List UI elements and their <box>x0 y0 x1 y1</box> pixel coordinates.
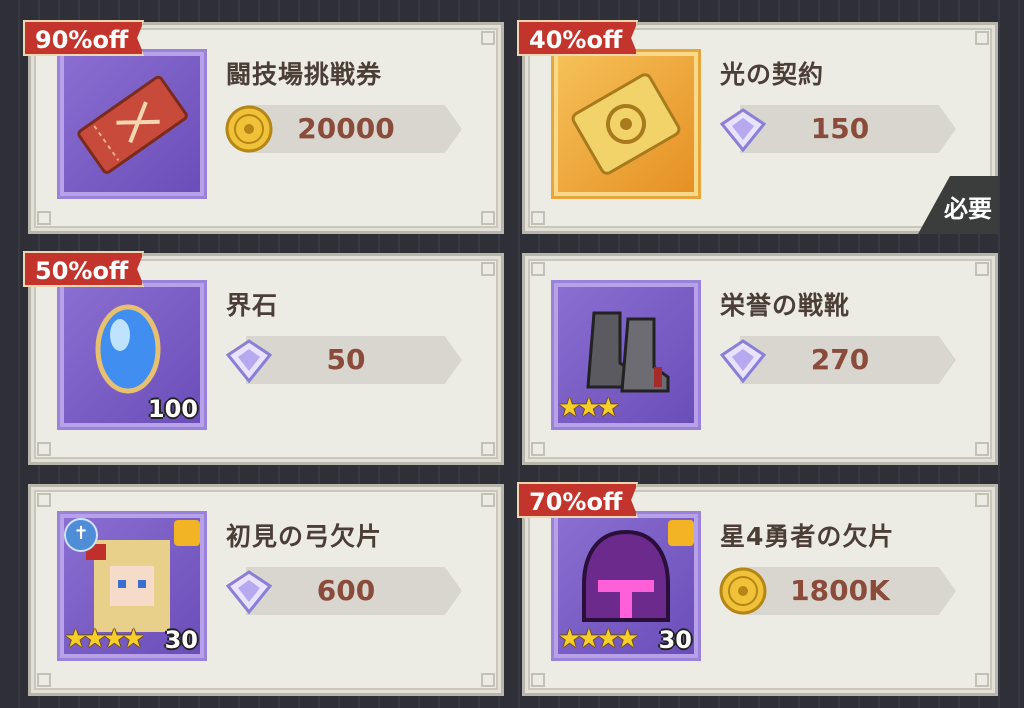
item-icon-frame: ★★★ <box>551 280 701 430</box>
shop-item-card[interactable]: ✝ ★★★★ 30 初見の弓欠片 600 <box>28 484 504 696</box>
item-icon-frame <box>551 49 701 199</box>
item-icon-frame: ✝ ★★★★ 30 <box>57 511 207 661</box>
item-name: 界石 <box>226 291 279 320</box>
frame-corner <box>975 493 989 507</box>
item-icon-frame: 100 <box>57 280 207 430</box>
discount-badge: 40%off <box>517 20 639 56</box>
item-price: 270 <box>810 343 870 376</box>
shop-item-card[interactable]: ★★★★ 30 星4勇者の欠片 1800K 70%off <box>517 482 998 696</box>
frame-corner <box>481 493 495 507</box>
frame-corner <box>37 673 51 687</box>
arena-ticket-icon <box>77 75 188 174</box>
frame-corner <box>481 31 495 45</box>
frame-corner <box>531 673 545 687</box>
item-price: 1800K <box>790 574 890 607</box>
required-tag: 必要 <box>918 176 998 234</box>
item-quantity: 30 <box>658 626 692 654</box>
shop-item-card[interactable]: ★★★ 栄誉の戦靴 270 <box>522 253 998 465</box>
item-name: 栄誉の戦靴 <box>720 291 851 320</box>
frame-corner <box>37 493 51 507</box>
item-name: 初見の弓欠片 <box>226 522 383 551</box>
item-quantity: 100 <box>147 395 198 423</box>
item-name: 星4勇者の欠片 <box>720 522 895 551</box>
star-rating: ★★★★ <box>64 624 145 654</box>
discount-badge: 90%off <box>23 20 145 56</box>
frame-corner <box>531 262 545 276</box>
item-icon-frame <box>57 49 207 199</box>
star-rating: ★★★ <box>558 393 620 423</box>
frame-corner <box>481 442 495 456</box>
required-label: 必要 <box>944 195 992 223</box>
item-quantity: 30 <box>164 626 198 654</box>
item-price: 20000 <box>297 112 395 145</box>
puzzle-piece-icon <box>174 520 200 546</box>
item-price: 50 <box>326 343 366 376</box>
discount-badge: 50%off <box>23 251 145 287</box>
frame-corner <box>531 442 545 456</box>
frame-corner <box>37 442 51 456</box>
puzzle-piece-icon <box>668 520 694 546</box>
star-rating: ★★★★ <box>558 624 639 654</box>
class-badge: ✝ <box>64 518 98 552</box>
item-icon-frame: ★★★★ 30 <box>551 511 701 661</box>
item-name: 闘技場挑戦券 <box>226 60 383 89</box>
frame-corner <box>37 211 51 225</box>
frame-corner <box>481 262 495 276</box>
shop-item-card[interactable]: 光の契約 150 40%off 必要 <box>517 20 998 234</box>
shop-item-card[interactable]: 100 界石 50 50%off <box>23 251 504 465</box>
frame-corner <box>975 442 989 456</box>
item-name: 光の契約 <box>720 60 825 89</box>
item-price: 150 <box>810 112 870 145</box>
frame-corner <box>481 211 495 225</box>
frame-corner <box>481 673 495 687</box>
frame-corner <box>975 31 989 45</box>
frame-corner <box>531 211 545 225</box>
frame-corner <box>975 673 989 687</box>
item-price: 600 <box>316 574 376 607</box>
light-contract-book-icon <box>571 73 681 175</box>
shop-item-card[interactable]: 闘技場挑戦券 20000 90%off <box>23 20 504 234</box>
frame-corner <box>975 262 989 276</box>
discount-badge: 70%off <box>517 482 639 518</box>
